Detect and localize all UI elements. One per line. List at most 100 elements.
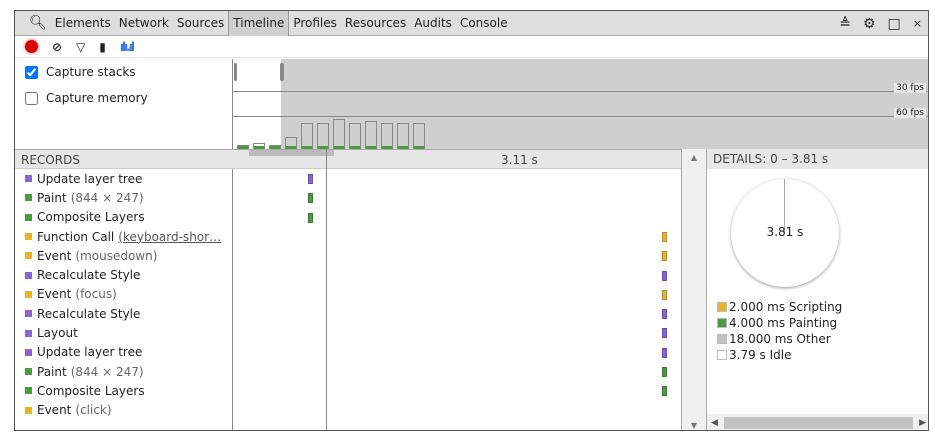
frame-bar[interactable]: [317, 123, 329, 149]
frame-bar[interactable]: [349, 123, 361, 149]
record-color-icon: [25, 348, 32, 356]
capture-stacks-checkbox[interactable]: Capture stacks: [15, 59, 232, 85]
vertical-scrollbar[interactable]: ▲ ▼: [681, 149, 706, 430]
frame-bar[interactable]: [397, 123, 409, 149]
scroll-left-icon[interactable]: ◀: [711, 418, 718, 428]
tab-sources[interactable]: Sources: [173, 11, 228, 36]
record-row[interactable]: Event (focus): [15, 285, 232, 304]
record-label: Composite Layers: [37, 383, 145, 398]
record-row[interactable]: Update layer tree: [15, 343, 232, 362]
record-color-icon: [25, 175, 32, 183]
tab-network[interactable]: Network: [115, 11, 173, 36]
tab-profiles[interactable]: Profiles: [289, 11, 341, 36]
legend-label: 18.000 ms Other: [729, 332, 831, 346]
gear-icon[interactable]: ⚙: [863, 16, 876, 32]
close-icon[interactable]: ×: [913, 17, 922, 30]
record-row[interactable]: Recalculate Style: [15, 265, 232, 284]
horizontal-scrollbar[interactable]: ◀ ▶: [707, 414, 928, 430]
record-bar[interactable]: [662, 251, 667, 262]
details-header: DETAILS: 0 – 3.81 s: [707, 149, 928, 169]
record-bar[interactable]: [662, 309, 667, 320]
tab-resources[interactable]: Resources: [341, 11, 410, 36]
record-row[interactable]: Update layer tree: [15, 169, 232, 188]
dock-icon[interactable]: □: [888, 16, 901, 32]
record-bar[interactable]: [308, 193, 313, 204]
record-detail: (click): [75, 403, 112, 418]
tab-elements[interactable]: Elements: [51, 11, 115, 36]
legend-item: 18.000 ms Other: [717, 331, 842, 347]
record-button[interactable]: [25, 40, 38, 53]
devtools-window: 🔍︎ Elements Network Sources Timeline Profile…: [14, 10, 929, 431]
record-bar[interactable]: [662, 347, 667, 358]
record-bar[interactable]: [662, 231, 667, 242]
record-row[interactable]: Function Call (keyboard-shor…: [15, 227, 232, 246]
records-title: RECORDS: [21, 153, 80, 167]
legend-swatch: [717, 318, 727, 328]
capture-memory-checkbox[interactable]: Capture memory: [15, 85, 232, 111]
scroll-right-icon[interactable]: ▶: [919, 418, 926, 428]
record-color-icon: [25, 252, 32, 260]
tab-audits[interactable]: Audits: [410, 11, 456, 36]
time-label: 3.11 s: [501, 153, 538, 167]
record-color-icon: [25, 233, 32, 241]
record-detail: (focus): [75, 287, 117, 302]
tab-timeline[interactable]: Timeline: [228, 11, 290, 36]
record-color-icon: [25, 329, 32, 337]
record-bar[interactable]: [662, 289, 667, 300]
record-color-icon: [25, 406, 32, 414]
frame-bar[interactable]: [413, 123, 425, 149]
search-icon[interactable]: 🔍︎: [25, 11, 51, 36]
filter-icon[interactable]: ▽: [76, 40, 85, 54]
frame-bar[interactable]: [285, 137, 297, 149]
scroll-up-icon[interactable]: ▲: [682, 149, 706, 162]
record-row[interactable]: Event (mousedown): [15, 246, 232, 265]
frame-bar[interactable]: [381, 123, 393, 149]
record-row[interactable]: Composite Layers: [15, 381, 232, 400]
record-row[interactable]: Paint (844 × 247): [15, 362, 232, 381]
scroll-thumb[interactable]: [723, 417, 914, 429]
clear-icon[interactable]: ⊘: [52, 40, 62, 54]
frames-overview[interactable]: 30 fps 60 fps: [232, 59, 928, 149]
record-label: Recalculate Style: [37, 306, 141, 321]
time-window[interactable]: [249, 150, 334, 156]
record-label: Paint: [37, 190, 67, 205]
frame-bar[interactable]: [333, 119, 345, 149]
record-bar[interactable]: [308, 212, 313, 223]
tab-console[interactable]: Console: [456, 11, 512, 36]
frame-bar[interactable]: [365, 121, 377, 149]
scroll-down-icon[interactable]: ▼: [682, 421, 706, 430]
record-row[interactable]: Layout: [15, 323, 232, 342]
toolbar: ⊘ ▽ ▮ ılı.ıl: [15, 36, 928, 58]
legend-label: 2.000 ms Scripting: [729, 300, 843, 314]
records-timeline: [232, 149, 689, 430]
record-link[interactable]: (keyboard-shor…: [118, 230, 221, 244]
record-bar[interactable]: [662, 386, 667, 397]
console-drawer-icon[interactable]: ≜: [839, 16, 851, 32]
legend-item: 4.000 ms Painting: [717, 315, 842, 331]
selection-handle-right[interactable]: [280, 63, 284, 81]
record-row[interactable]: Composite Layers: [15, 208, 232, 227]
frame-bar[interactable]: [301, 123, 313, 149]
trash-icon[interactable]: ▮: [99, 40, 106, 54]
record-detail: (844 × 247): [70, 190, 144, 205]
legend-swatch: [717, 350, 727, 360]
record-row[interactable]: Event (click): [15, 401, 232, 420]
record-row[interactable]: Recalculate Style: [15, 304, 232, 323]
capture-stacks-label: Capture stacks: [46, 65, 136, 79]
record-color-icon: [25, 310, 32, 318]
record-color-icon: [25, 271, 32, 279]
record-bar[interactable]: [662, 328, 667, 339]
record-bar[interactable]: [662, 270, 667, 281]
selection-handle-left[interactable]: [234, 63, 237, 81]
records-list: Update layer tree Paint (844 × 247) Composi…: [15, 169, 232, 420]
overview-unselected: [281, 59, 928, 149]
record-bar[interactable]: [308, 174, 313, 184]
record-detail: (mousedown): [75, 248, 158, 263]
record-label: Recalculate Style: [37, 268, 141, 283]
flame-chart-icon[interactable]: ılı.ıl: [120, 40, 135, 54]
record-label: Update layer tree: [37, 171, 143, 186]
record-row[interactable]: Paint (844 × 247): [15, 188, 232, 207]
record-bar[interactable]: [662, 367, 667, 377]
details-legend: 2.000 ms Scripting 4.000 ms Painting 18.00…: [717, 299, 842, 363]
fps-30-label: 30 fps: [894, 83, 926, 93]
